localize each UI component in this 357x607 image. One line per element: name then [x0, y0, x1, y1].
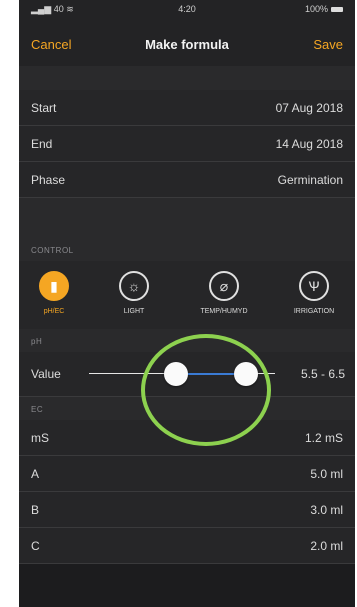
ec-row-c[interactable]: C 2.0 ml	[19, 528, 355, 564]
section-spacer	[19, 198, 355, 238]
battery-icon	[331, 7, 343, 13]
highlight-circle	[141, 334, 271, 446]
control-light[interactable]: ☼ LIGHT	[99, 271, 169, 315]
irrigation-icon: Ѱ	[299, 271, 329, 301]
end-row[interactable]: End 14 Aug 2018	[19, 126, 355, 162]
battery-label: 100%	[304, 4, 328, 14]
phone-screen: ▂▄▆ 40 ≋ 4:20 100% Cancel Make formula S…	[19, 0, 355, 607]
navigation-bar: Cancel Make formula Save	[19, 20, 355, 66]
end-label: End	[31, 137, 53, 151]
phase-value: Germination	[277, 173, 343, 187]
control-irrigation[interactable]: Ѱ IRRIGATION	[279, 271, 349, 315]
ec-header-label: EC	[31, 405, 44, 414]
section-spacer	[19, 66, 355, 90]
start-label: Start	[31, 101, 57, 115]
ec-a-value: 5.0 ml	[310, 467, 343, 481]
light-label: LIGHT	[123, 308, 145, 315]
control-phec[interactable]: ▮ pH/EC	[19, 271, 89, 315]
ec-row-b[interactable]: B 3.0 ml	[19, 492, 355, 528]
thermometer-icon: ⌀	[209, 271, 239, 301]
ph-value-label: Value	[31, 367, 61, 381]
battery-indicator: 100%	[305, 4, 343, 14]
control-selector: ▮ pH/EC ☼ LIGHT ⌀ TEMP/HUMYD Ѱ IRRIGATIO…	[19, 261, 355, 329]
ph-header-label: pH	[31, 337, 43, 346]
phase-row[interactable]: Phase Germination	[19, 162, 355, 198]
ec-row-a[interactable]: A 5.0 ml	[19, 456, 355, 492]
ec-ms-value: 1.2 mS	[304, 431, 343, 445]
phase-label: Phase	[31, 173, 66, 187]
ec-c-label: C	[31, 539, 40, 553]
control-section-header: CONTROL	[19, 238, 355, 261]
ec-a-label: A	[31, 467, 40, 481]
ph-range-value: 5.5 - 6.5	[300, 367, 345, 381]
end-value: 14 Aug 2018	[275, 137, 343, 151]
control-header-label: CONTROL	[31, 246, 74, 255]
info-list: Start 07 Aug 2018 End 14 Aug 2018 Phase …	[19, 90, 355, 198]
temp-humyd-label: TEMP/HUMYD	[200, 308, 248, 315]
ec-c-value: 2.0 ml	[310, 539, 343, 553]
phec-label: pH/EC	[43, 308, 65, 315]
start-value: 07 Aug 2018	[275, 101, 343, 115]
phec-icon: ▮	[39, 271, 69, 301]
save-button[interactable]: Save	[313, 37, 343, 52]
sun-icon: ☼	[119, 271, 149, 301]
start-row[interactable]: Start 07 Aug 2018	[19, 90, 355, 126]
status-bar: ▂▄▆ 40 ≋ 4:20 100%	[19, 0, 355, 20]
ec-ms-label: mS	[31, 431, 49, 445]
ec-b-label: B	[31, 503, 40, 517]
control-temp-humyd[interactable]: ⌀ TEMP/HUMYD	[189, 271, 259, 315]
irrigation-label: IRRIGATION	[293, 308, 335, 315]
page-title: Make formula	[145, 37, 229, 52]
ec-b-value: 3.0 ml	[310, 503, 343, 517]
